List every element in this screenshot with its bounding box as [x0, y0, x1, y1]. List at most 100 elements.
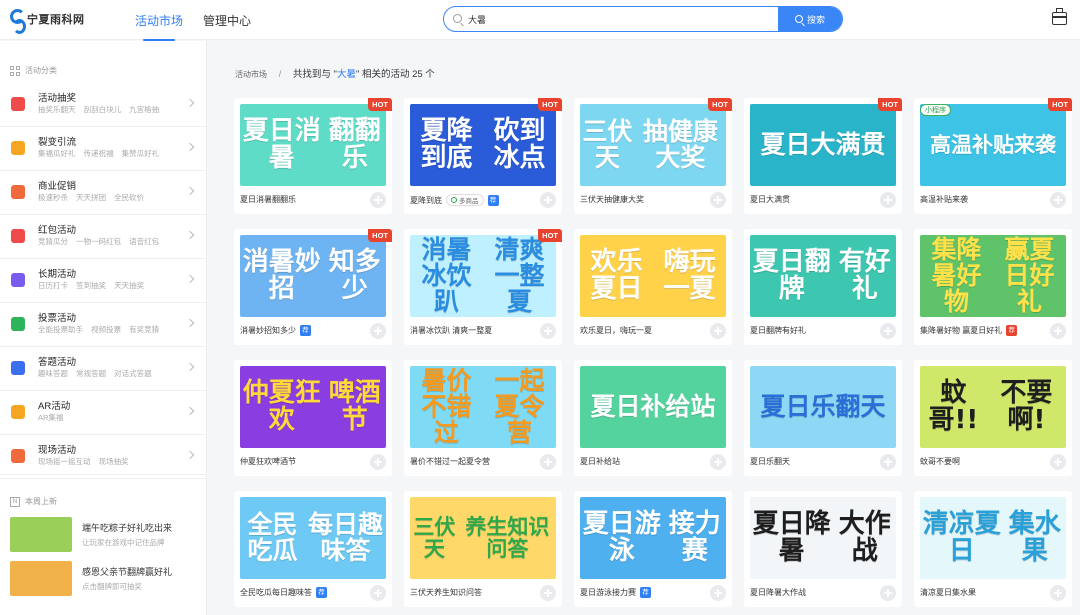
add-icon[interactable]	[370, 454, 386, 470]
add-icon[interactable]	[370, 585, 386, 601]
activity-card[interactable]: 暑价不错过 一起夏令营 暑价不错过一起夏令营	[404, 360, 562, 476]
banner-text: 夏日大满贯	[760, 129, 886, 159]
activity-name: 高温补贴来袭	[920, 195, 968, 204]
chevron-right-icon	[185, 318, 195, 328]
activity-card[interactable]: 三伏天 抽健康大奖 HOT 三伏天抽健康大奖	[574, 98, 732, 214]
category-subtitle: AR集福	[38, 413, 64, 422]
site-logo[interactable]: 宁夏雨科网	[8, 8, 85, 34]
sidebar-category-item[interactable]: 答题活动 趣味答题 常规答题 对话式答题	[0, 347, 207, 391]
activity-banner[interactable]: 夏日大满贯	[750, 104, 896, 186]
activity-card[interactable]: 蚊哥!! 不要啊! 蚊哥不要啊	[914, 360, 1072, 476]
activity-card[interactable]: 欢乐夏日 嗨玩一夏 欢乐夏日，嗨玩一夏	[574, 229, 732, 345]
activity-card[interactable]: 夏日游泳 接力赛 夏日游泳接力赛荐	[574, 491, 732, 607]
activity-banner[interactable]: 欢乐夏日 嗨玩一夏	[580, 235, 726, 317]
add-icon[interactable]	[370, 192, 386, 208]
add-icon[interactable]	[1050, 323, 1066, 339]
stage-icon	[11, 449, 25, 463]
activity-banner[interactable]: 夏日补给站	[580, 366, 726, 448]
activity-banner[interactable]: 高温补贴来袭	[920, 104, 1066, 186]
tab-management-center[interactable]: 管理中心	[203, 12, 251, 29]
activity-card[interactable]: 夏日消暑 翻翻乐 HOT 夏日消暑翻翻乐	[234, 98, 392, 214]
activity-banner[interactable]: 消暑妙招 知多少	[240, 235, 386, 317]
category-title: 红包活动	[38, 225, 77, 236]
activity-banner[interactable]: 夏日乐翻天	[750, 366, 896, 448]
sidebar-category-item[interactable]: 长期活动 日历打卡 签到抽奖 天天抽奖	[0, 259, 207, 303]
activity-banner[interactable]: 夏降到底 砍到冰点	[410, 104, 556, 186]
banner-text: 一起夏令营	[494, 366, 545, 448]
search-input[interactable]	[468, 11, 768, 27]
activity-banner[interactable]: 暑价不错过 一起夏令营	[410, 366, 556, 448]
toolbox-icon[interactable]	[1052, 8, 1067, 25]
hot-badge: HOT	[878, 98, 902, 111]
activity-name: 夏日游泳接力赛	[580, 588, 636, 597]
activity-card[interactable]: 夏日大满贯 HOT 夏日大满贯	[744, 98, 902, 214]
red-envelope-icon	[11, 229, 25, 243]
new-activity-subtitle: 点击翻牌即可抽奖	[82, 582, 142, 591]
banner-text: 清凉夏日	[922, 508, 1001, 566]
new-activity-item[interactable]: 端午吃粽子好礼吃出来 让玩家在游戏中记住品牌	[0, 513, 207, 557]
add-icon[interactable]	[880, 323, 896, 339]
add-icon[interactable]	[1050, 192, 1066, 208]
add-icon[interactable]	[1050, 454, 1066, 470]
recommend-tag: 荐	[1006, 325, 1018, 336]
activity-banner[interactable]: 夏日翻牌 有好礼	[750, 235, 896, 317]
banner-text: 消暑妙招	[242, 246, 321, 304]
banner-text: 砍到冰点	[493, 115, 546, 173]
add-icon[interactable]	[540, 192, 556, 208]
activity-name: 三伏天抽健康大奖	[580, 195, 644, 204]
activity-card[interactable]: 夏日乐翻天 夏日乐翻天	[744, 360, 902, 476]
activity-card[interactable]: 清凉夏日 集水果 清凉夏日集水果	[914, 491, 1072, 607]
add-icon[interactable]	[710, 192, 726, 208]
activity-banner[interactable]: 清凉夏日 集水果	[920, 497, 1066, 579]
add-icon[interactable]	[710, 454, 726, 470]
activity-banner[interactable]: 夏日降暑 大作战	[750, 497, 896, 579]
add-icon[interactable]	[710, 323, 726, 339]
activity-banner[interactable]: 集降暑好物 赢夏日好礼	[920, 235, 1066, 317]
banner-text: 夏日翻牌	[752, 246, 831, 304]
add-icon[interactable]	[540, 585, 556, 601]
activity-banner[interactable]: 蚊哥!! 不要啊!	[920, 366, 1066, 448]
breadcrumb-home[interactable]: 活动市场	[235, 70, 267, 79]
sidebar-category-item[interactable]: 投票活动 全能投票助手 视频投票 有奖竞猜	[0, 303, 207, 347]
activity-banner[interactable]: 消暑冰饮趴 清爽一整夏	[410, 235, 556, 317]
category-title: 商业促销	[38, 181, 77, 192]
activity-card[interactable]: 消暑妙招 知多少 HOT 消暑妙招知多少荐	[234, 229, 392, 345]
add-icon[interactable]	[710, 585, 726, 601]
activity-banner[interactable]: 仲夏狂欢 啤酒节	[240, 366, 386, 448]
sidebar-category-item[interactable]: 裂变引流 集福瓜好礼 传递祝福 集赞瓜好礼	[0, 127, 207, 171]
activity-banner[interactable]: 全民吃瓜 每日趣味答	[240, 497, 386, 579]
new-activity-title: 端午吃粽子好礼吃出来	[82, 523, 173, 533]
activity-card[interactable]: 夏日补给站 夏日补给站	[574, 360, 732, 476]
add-icon[interactable]	[880, 192, 896, 208]
activity-card[interactable]: 仲夏狂欢 啤酒节 仲夏狂欢啤酒节	[234, 360, 392, 476]
tab-activity-market[interactable]: 活动市场	[135, 12, 183, 41]
add-icon[interactable]	[540, 323, 556, 339]
add-icon[interactable]	[880, 585, 896, 601]
add-icon[interactable]	[1050, 585, 1066, 601]
activity-banner[interactable]: 夏日消暑 翻翻乐	[240, 104, 386, 186]
new-activity-item[interactable]: 感恩父亲节翻牌赢好礼 点击翻牌即可抽奖	[0, 557, 207, 601]
activity-card[interactable]: 全民吃瓜 每日趣味答 全民吃瓜每日趣味答荐	[234, 491, 392, 607]
activity-card[interactable]: 三伏天 养生知识问答 三伏天养生知识问答	[404, 491, 562, 607]
activity-banner[interactable]: 夏日游泳 接力赛	[580, 497, 726, 579]
add-icon[interactable]	[880, 454, 896, 470]
banner-text: 三伏天	[413, 514, 456, 561]
add-icon[interactable]	[370, 323, 386, 339]
sidebar-category-item[interactable]: 现场活动 现场摇一摇互动 现场抽奖	[0, 435, 207, 479]
search-button[interactable]: 搜索	[778, 7, 842, 31]
activity-card[interactable]: 夏降到底 砍到冰点 HOT 夏降到底 多商品荐	[404, 98, 562, 214]
sidebar-category-item[interactable]: 商业促销 极速秒杀 天天拼团 全民砍价	[0, 171, 207, 215]
activity-card[interactable]: 消暑冰饮趴 清爽一整夏 HOT 消暑冰饮趴 清爽一整夏	[404, 229, 562, 345]
add-icon[interactable]	[540, 454, 556, 470]
activity-card[interactable]: 集降暑好物 赢夏日好礼 集降暑好物 赢夏日好礼荐	[914, 229, 1072, 345]
activity-banner[interactable]: 三伏天 养生知识问答	[410, 497, 556, 579]
activity-banner[interactable]: 三伏天 抽健康大奖	[580, 104, 726, 186]
activity-card[interactable]: 高温补贴来袭 HOT 小程序 高温补贴来袭	[914, 98, 1072, 214]
activity-card[interactable]: 夏日降暑 大作战 夏日降暑大作战	[744, 491, 902, 607]
activity-name: 夏日降暑大作战	[750, 588, 806, 597]
sidebar-category-item[interactable]: 活动抽奖 抽奖乐翻天 刮刮白块儿 九宫格抽	[0, 83, 207, 127]
activity-card[interactable]: 夏日翻牌 有好礼 夏日翻牌有好礼	[744, 229, 902, 345]
category-subtitle: 趣味答题 常规答题 对话式答题	[38, 369, 152, 378]
sidebar-category-item[interactable]: 红包活动 竞猜瓜分 一物一码红包 语音红包	[0, 215, 207, 259]
sidebar-category-item[interactable]: AR活动 AR集福	[0, 391, 207, 435]
